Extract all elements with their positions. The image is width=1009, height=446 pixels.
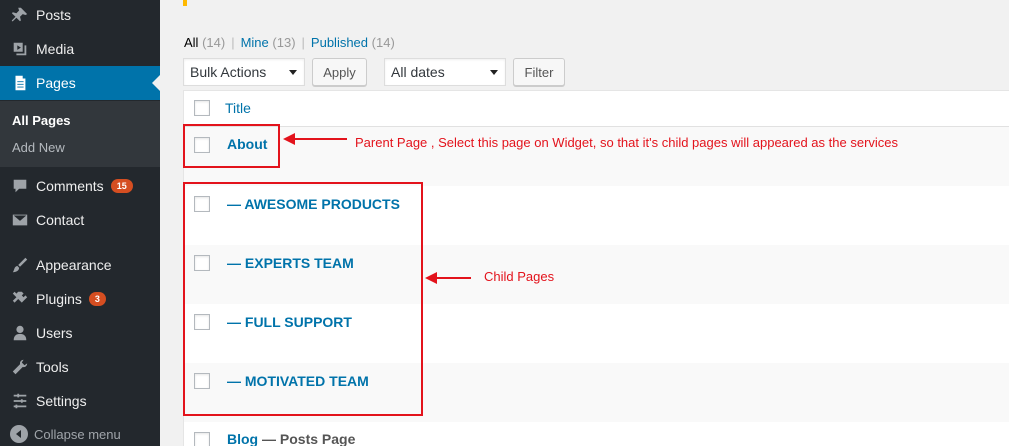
- comment-icon: [10, 176, 30, 196]
- filter-all-link[interactable]: All (14): [184, 35, 225, 50]
- menu-settings-label: Settings: [36, 393, 87, 409]
- menu-media[interactable]: Media: [0, 32, 160, 66]
- child-pages-note: Child Pages: [484, 269, 555, 284]
- menu-comments[interactable]: Comments 15: [0, 169, 160, 203]
- menu-users[interactable]: Users: [0, 316, 160, 350]
- notice-border: [183, 0, 187, 6]
- filter-all-count: (14): [202, 35, 226, 50]
- menu-contact[interactable]: Contact: [0, 203, 160, 237]
- menu-posts-label: Posts: [36, 7, 72, 23]
- comments-count-badge: 15: [110, 178, 133, 194]
- menu-tools[interactable]: Tools: [0, 350, 160, 384]
- chevron-down-icon: [490, 70, 498, 75]
- menu-pages[interactable]: Pages: [0, 66, 160, 100]
- filter-published-link[interactable]: Published (14): [311, 35, 395, 50]
- menu-contact-label: Contact: [36, 212, 85, 228]
- plug-icon: [10, 289, 30, 309]
- wrench-icon: [10, 357, 30, 377]
- filter-all-label: All: [184, 35, 199, 50]
- title-column-header[interactable]: Title: [225, 100, 251, 116]
- chevron-down-icon: [289, 70, 297, 75]
- table-row: Blog — Posts Page: [184, 422, 1009, 446]
- dates-value: All dates: [391, 64, 445, 80]
- filter-separator: |: [231, 35, 235, 50]
- bulk-actions-value: Bulk Actions: [190, 64, 267, 80]
- menu-users-label: Users: [36, 325, 73, 341]
- post-state-label: — Posts Page: [262, 431, 356, 446]
- dates-select[interactable]: All dates: [384, 58, 506, 86]
- user-icon: [10, 323, 30, 343]
- parent-page-highlight: [183, 124, 280, 168]
- menu-pages-label: Pages: [36, 75, 76, 91]
- page-title-text: Blog: [227, 431, 259, 446]
- pages-icon: [10, 73, 30, 93]
- settings-icon: [10, 391, 30, 411]
- plugins-count-badge: 3: [88, 291, 106, 307]
- pages-submenu: All Pages Add New: [0, 101, 160, 167]
- status-filter-links: All (14) | Mine (13) | Published (14): [184, 35, 395, 50]
- row-checkbox[interactable]: [194, 432, 210, 446]
- filter-mine-label: Mine: [240, 35, 269, 50]
- filter-separator: |: [301, 35, 305, 50]
- menu-posts[interactable]: Posts: [0, 0, 160, 32]
- parent-arrow-line: [293, 138, 347, 140]
- menu-plugins[interactable]: Plugins 3: [0, 282, 160, 316]
- filter-mine-link[interactable]: Mine (13): [241, 35, 296, 50]
- apply-button[interactable]: Apply: [312, 58, 367, 86]
- filter-mine-count: (13): [272, 35, 296, 50]
- admin-sidebar: Posts Media Pages All Pages Add New Comm…: [0, 0, 160, 446]
- menu-appearance-label: Appearance: [36, 257, 112, 273]
- menu-tools-label: Tools: [36, 359, 69, 375]
- filter-published-count: (14): [371, 35, 395, 50]
- menu-appearance[interactable]: Appearance: [0, 248, 160, 282]
- collapse-menu-button[interactable]: Collapse menu: [10, 425, 121, 443]
- filter-published-label: Published: [310, 35, 369, 50]
- table-header-row: Title: [184, 91, 1009, 127]
- child-pages-highlight: [183, 182, 423, 416]
- submenu-add-new[interactable]: Add New: [12, 140, 65, 155]
- menu-settings[interactable]: Settings: [0, 384, 160, 418]
- menu-plugins-label: Plugins: [36, 291, 82, 307]
- submenu-all-pages[interactable]: All Pages: [12, 113, 71, 128]
- parent-page-note: Parent Page , Select this page on Widget…: [355, 135, 899, 150]
- bulk-actions-select[interactable]: Bulk Actions: [183, 58, 305, 86]
- media-icon: [10, 39, 30, 59]
- collapse-menu-label: Collapse menu: [34, 426, 121, 442]
- collapse-arrow-icon: [10, 425, 28, 443]
- select-all-checkbox[interactable]: [194, 100, 210, 116]
- child-arrow-line: [435, 277, 471, 279]
- filter-button[interactable]: Filter: [513, 58, 565, 86]
- menu-media-label: Media: [36, 41, 75, 57]
- envelope-icon: [10, 210, 30, 230]
- menu-comments-label: Comments: [36, 178, 104, 194]
- brush-icon: [10, 255, 30, 275]
- page-title-link[interactable]: Blog — Posts Page: [227, 431, 355, 446]
- pin-icon: [10, 5, 30, 25]
